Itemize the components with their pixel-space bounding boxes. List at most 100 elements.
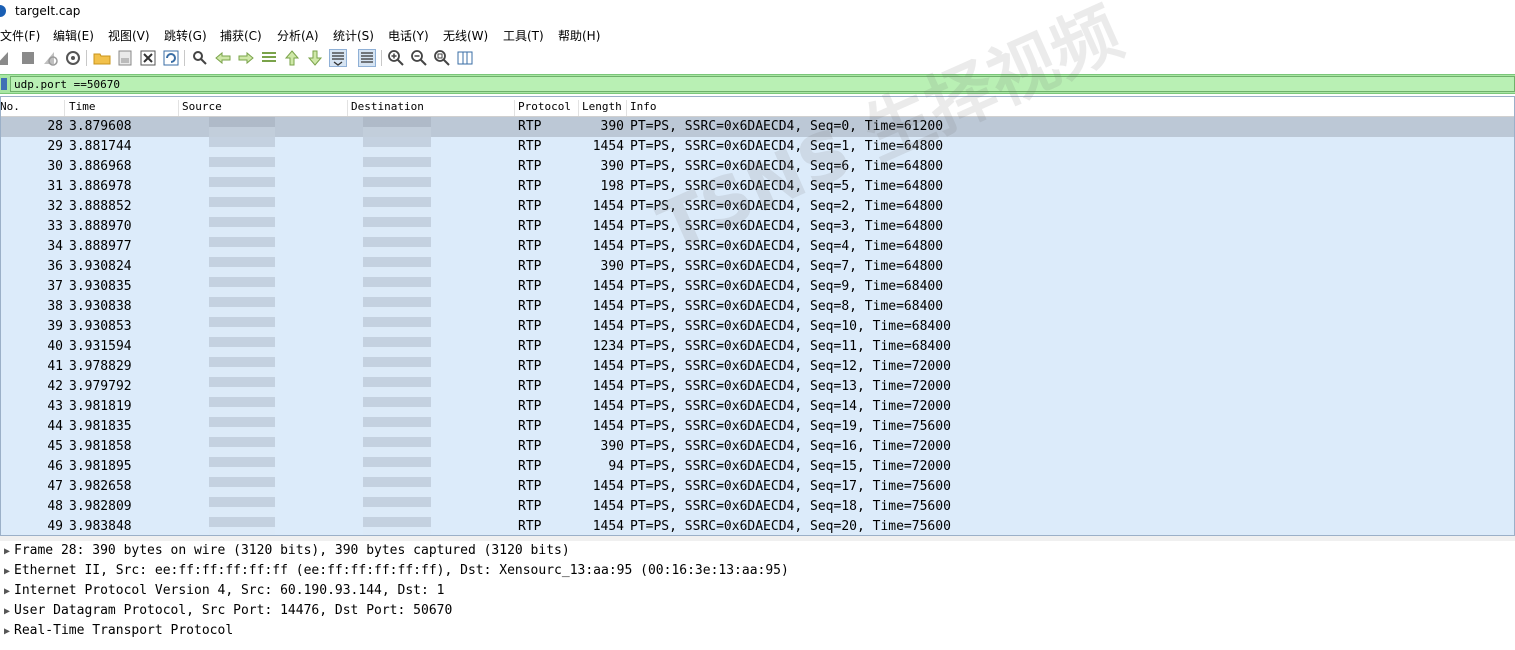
menu-tools[interactable]: 工具(T) <box>503 27 544 44</box>
go-to-packet-icon[interactable] <box>260 49 278 67</box>
shark-fin-start-icon[interactable] <box>0 49 12 67</box>
packet-protocol: RTP <box>518 459 542 474</box>
packet-info: PT=PS, SSRC=0x6DAECD4, Seq=17, Time=7560… <box>630 479 951 494</box>
packet-protocol: RTP <box>518 359 542 374</box>
go-back-icon[interactable] <box>214 49 232 67</box>
column-time[interactable]: Time <box>66 100 179 116</box>
packet-protocol: RTP <box>518 299 542 314</box>
open-folder-icon[interactable] <box>93 49 111 67</box>
packet-protocol: RTP <box>518 379 542 394</box>
window-title: targeIt.cap <box>15 4 81 18</box>
detail-frame[interactable]: ▶ Frame 28: 390 bytes on wire (3120 bits)… <box>0 541 570 561</box>
packet-length: 198 <box>600 179 624 194</box>
packet-protocol: RTP <box>518 119 542 134</box>
reload-icon[interactable] <box>162 49 180 67</box>
display-filter-input[interactable] <box>10 76 1515 92</box>
packet-protocol: RTP <box>518 499 542 514</box>
go-forward-icon[interactable] <box>237 49 255 67</box>
packet-time: 3.930838 <box>69 299 132 314</box>
detail-ethernet[interactable]: ▶ Ethernet II, Src: ee:ff:ff:ff:ff:ff (ee… <box>0 561 789 581</box>
packet-length: 1454 <box>592 419 624 434</box>
menu-wireless[interactable]: 无线(W) <box>443 27 488 44</box>
bookmark-icon[interactable] <box>1 78 7 90</box>
packet-time: 3.886978 <box>69 179 132 194</box>
packet-length: 1454 <box>592 479 624 494</box>
packet-no: 30 <box>47 159 63 174</box>
detail-ipv4[interactable]: ▶ Internet Protocol Version 4, Src: 60.19… <box>0 581 444 601</box>
column-source[interactable]: Source <box>179 100 348 116</box>
zoom-in-icon[interactable] <box>387 49 405 67</box>
auto-scroll-icon[interactable] <box>329 49 347 67</box>
resize-columns-icon[interactable] <box>456 49 474 67</box>
close-file-icon[interactable] <box>139 49 157 67</box>
toolbar-separator <box>381 50 382 66</box>
menu-bar: 文件(F) 编辑(E) 视图(V) 跳转(G) 捕获(C) 分析(A) 统计(S… <box>0 23 1515 45</box>
column-destination[interactable]: Destination <box>348 100 515 116</box>
wireshark-fin-icon <box>0 5 6 17</box>
zoom-out-icon[interactable] <box>410 49 428 67</box>
packet-protocol: RTP <box>518 159 542 174</box>
packet-info: PT=PS, SSRC=0x6DAECD4, Seq=12, Time=7200… <box>630 359 951 374</box>
expand-arrow-icon[interactable]: ▶ <box>0 602 14 622</box>
packet-time: 3.931594 <box>69 339 132 354</box>
packet-protocol: RTP <box>518 239 542 254</box>
go-first-icon[interactable] <box>283 49 301 67</box>
packet-time: 3.978829 <box>69 359 132 374</box>
packet-time: 3.886968 <box>69 159 132 174</box>
packet-length: 1454 <box>592 379 624 394</box>
packet-info: PT=PS, SSRC=0x6DAECD4, Seq=6, Time=64800 <box>630 159 944 174</box>
expand-arrow-icon[interactable]: ▶ <box>0 542 14 562</box>
packet-no: 36 <box>47 259 63 274</box>
packet-protocol: RTP <box>518 219 542 234</box>
menu-statistics[interactable]: 统计(S) <box>333 27 374 44</box>
menu-file[interactable]: 文件(F) <box>0 27 40 44</box>
expand-arrow-icon[interactable]: ▶ <box>0 622 14 642</box>
restart-icon[interactable] <box>41 49 59 67</box>
packet-no: 31 <box>47 179 63 194</box>
packet-time: 3.881744 <box>69 139 132 154</box>
menu-go[interactable]: 跳转(G) <box>164 27 207 44</box>
menu-analyze[interactable]: 分析(A) <box>277 27 319 44</box>
packet-length: 1454 <box>592 139 624 154</box>
packet-info: PT=PS, SSRC=0x6DAECD4, Seq=8, Time=68400 <box>630 299 944 314</box>
find-packet-icon[interactable] <box>191 49 209 67</box>
packet-no: 28 <box>47 119 63 134</box>
packet-list[interactable]: No. Time Source Destination Protocol Len… <box>0 96 1515 536</box>
column-length[interactable]: Length <box>579 100 627 116</box>
colorize-icon[interactable] <box>358 49 376 67</box>
packet-no: 48 <box>47 499 63 514</box>
detail-rtp[interactable]: ▶ Real-Time Transport Protocol <box>0 621 233 641</box>
column-protocol[interactable]: Protocol <box>515 100 579 116</box>
packet-details: ▶ Frame 28: 390 bytes on wire (3120 bits)… <box>0 541 1515 650</box>
packet-length: 390 <box>600 159 624 174</box>
stop-icon[interactable] <box>19 49 37 67</box>
column-info[interactable]: Info <box>627 100 1514 116</box>
menu-telephony[interactable]: 电话(Y) <box>388 27 429 44</box>
packet-time: 3.930835 <box>69 279 132 294</box>
packet-protocol: RTP <box>518 519 542 534</box>
packet-length: 390 <box>600 439 624 454</box>
packet-no: 37 <box>47 279 63 294</box>
packet-no: 39 <box>47 319 63 334</box>
packet-length: 1454 <box>592 399 624 414</box>
capture-options-icon[interactable] <box>64 49 82 67</box>
go-last-icon[interactable] <box>306 49 324 67</box>
detail-udp[interactable]: ▶ User Datagram Protocol, Src Port: 14476… <box>0 601 452 621</box>
main-toolbar <box>0 45 1515 72</box>
packet-info: PT=PS, SSRC=0x6DAECD4, Seq=5, Time=64800 <box>630 179 944 194</box>
menu-edit[interactable]: 编辑(E) <box>53 27 94 44</box>
menu-view[interactable]: 视图(V) <box>108 27 150 44</box>
expand-arrow-icon[interactable]: ▶ <box>0 562 14 582</box>
packet-info: PT=PS, SSRC=0x6DAECD4, Seq=0, Time=61200 <box>630 119 944 134</box>
packet-time: 3.888852 <box>69 199 132 214</box>
menu-help[interactable]: 帮助(H) <box>558 27 600 44</box>
zoom-normal-icon[interactable] <box>433 49 451 67</box>
packet-time: 3.982809 <box>69 499 132 514</box>
menu-capture[interactable]: 捕获(C) <box>220 27 262 44</box>
packet-protocol: RTP <box>518 139 542 154</box>
save-file-icon[interactable] <box>116 49 134 67</box>
detail-ethernet-text: Ethernet II, Src: ee:ff:ff:ff:ff:ff (ee:… <box>14 563 789 578</box>
packet-info: PT=PS, SSRC=0x6DAECD4, Seq=11, Time=6840… <box>630 339 951 354</box>
expand-arrow-icon[interactable]: ▶ <box>0 582 14 602</box>
column-no[interactable]: No. <box>1 100 65 116</box>
